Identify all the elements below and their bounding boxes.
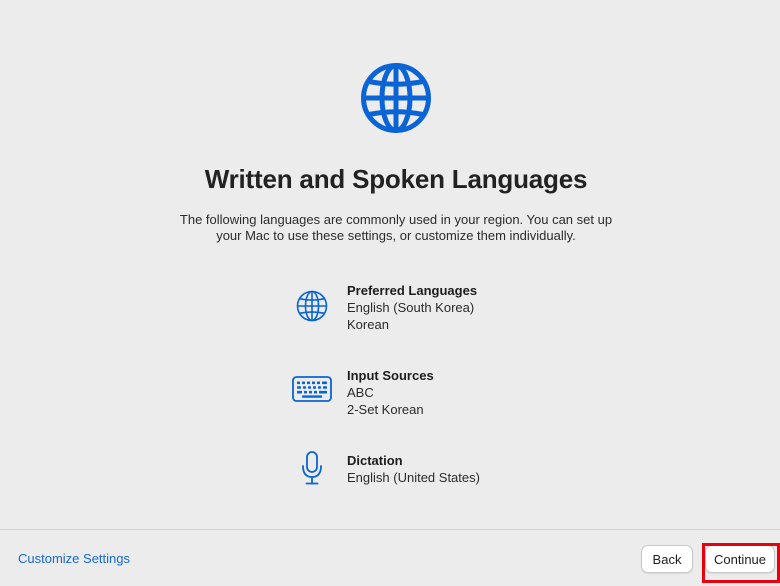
preferred-language-1: English (South Korea) <box>347 300 475 315</box>
page-title: Written and Spoken Languages <box>204 164 588 194</box>
input-source-2: 2-Set Korean <box>347 402 424 417</box>
dictation-heading: Dictation <box>347 453 403 468</box>
preferred-language-2: Korean <box>347 317 389 332</box>
keyboard-icon <box>288 369 336 409</box>
page-subtitle: The following languages are commonly use… <box>179 212 613 243</box>
continue-button[interactable]: Continue <box>705 545 775 573</box>
input-sources-heading: Input Sources <box>347 368 434 383</box>
footer-bar: Customize Settings Back Continue <box>0 529 780 586</box>
globe-icon <box>288 286 336 326</box>
preferred-languages-heading: Preferred Languages <box>347 283 478 298</box>
back-button[interactable]: Back <box>641 545 693 573</box>
microphone-icon <box>288 448 336 488</box>
globe-icon <box>360 62 432 134</box>
customize-settings-link[interactable]: Customize Settings <box>18 551 130 566</box>
dictation-language: English (United States) <box>347 470 480 485</box>
input-source-1: ABC <box>347 385 374 400</box>
language-setup-panel: Written and Spoken Languages The followi… <box>0 0 780 529</box>
